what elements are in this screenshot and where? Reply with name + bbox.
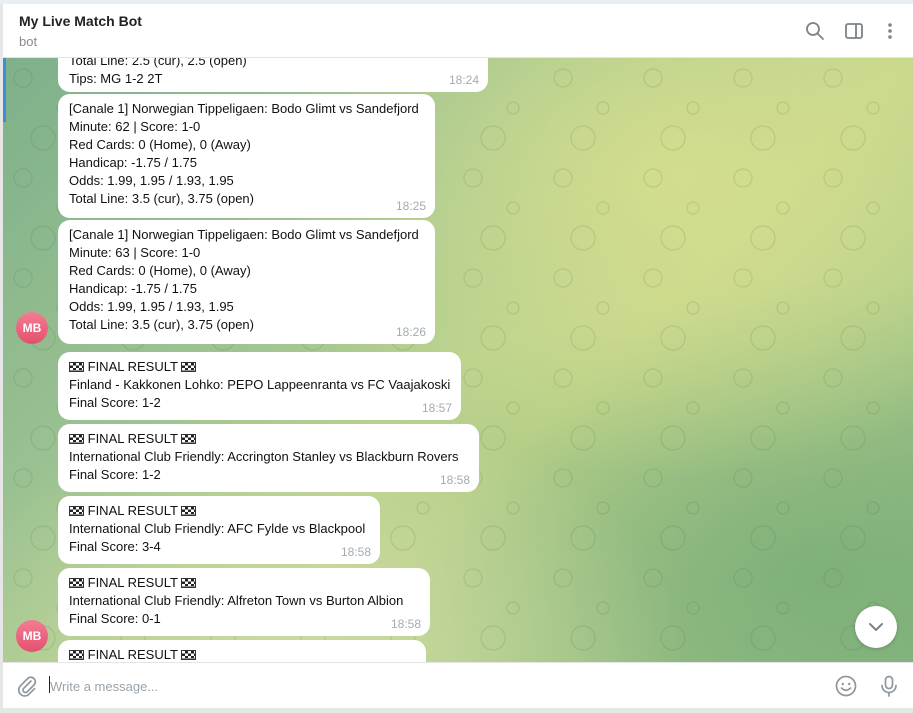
checkered-flag-icon bbox=[69, 362, 84, 372]
checkered-flag-icon bbox=[181, 362, 197, 372]
message-line: [Canale 1] Norwegian Tippeligaen: Bodo G… bbox=[69, 101, 419, 116]
message-bubble[interactable]: Total Line: 2.5 (cur), 2.5 (open) Tips: … bbox=[58, 58, 488, 92]
message-bubble[interactable]: FINAL RESULT International Club Friendly… bbox=[58, 568, 430, 636]
checkered-flag-icon bbox=[181, 578, 197, 588]
message-line: Final Score: 1-2 bbox=[69, 395, 161, 410]
message-heading: FINAL RESULT bbox=[69, 574, 419, 592]
heading-text: FINAL RESULT bbox=[87, 575, 178, 590]
message-line: International Club Friendly: Accrington … bbox=[69, 449, 459, 464]
message-time: 18:58 bbox=[439, 473, 470, 487]
heading-text: FINAL RESULT bbox=[87, 359, 178, 374]
checkered-flag-icon bbox=[181, 434, 197, 444]
message-bubble[interactable]: [Canale 1] Norwegian Tippeligaen: Bodo G… bbox=[58, 220, 435, 344]
message-time: 18:58 bbox=[390, 617, 421, 631]
message-bubble[interactable]: FINAL RESULT Finland - Kakkonen Lohko: P… bbox=[58, 352, 461, 420]
message-line: Final Score: 1-2 bbox=[69, 467, 161, 482]
chat-title[interactable]: My Live Match Bot bbox=[19, 13, 142, 29]
avatar[interactable]: MB bbox=[16, 312, 48, 344]
message-time: 18:57 bbox=[421, 401, 452, 415]
message-time: 18:58 bbox=[340, 545, 371, 559]
message-input[interactable] bbox=[50, 676, 810, 696]
chat-header: My Live Match Bot bot bbox=[3, 4, 913, 58]
message-time: 18:25 bbox=[395, 199, 426, 213]
checkered-flag-icon bbox=[69, 506, 84, 516]
message-line: Total Line: 3.5 (cur), 3.75 (open) bbox=[69, 317, 254, 332]
message-composer bbox=[3, 662, 913, 708]
message-line: Red Cards: 0 (Home), 0 (Away) bbox=[69, 137, 251, 152]
message-line: Minute: 62 | Score: 1-0 bbox=[69, 119, 201, 134]
message-line: Finland - Kakkonen Lohko: PEPO Lappeenra… bbox=[69, 377, 451, 392]
chevron-down-icon bbox=[869, 623, 883, 631]
scroll-down-button[interactable] bbox=[855, 606, 897, 648]
message-area[interactable]: Total Line: 2.5 (cur), 2.5 (open) Tips: … bbox=[3, 58, 913, 662]
message-time: 18:24 bbox=[448, 73, 479, 87]
message-line: Minute: 63 | Score: 1-0 bbox=[69, 245, 201, 260]
paperclip-icon[interactable] bbox=[15, 674, 39, 698]
heading-text: FINAL RESULT bbox=[87, 647, 178, 662]
message-line: Total Line: 2.5 (cur), 2.5 (open) bbox=[69, 58, 247, 68]
search-icon[interactable] bbox=[804, 20, 826, 42]
message-heading: FINAL RESULT bbox=[69, 358, 450, 376]
sidebar-toggle-icon[interactable] bbox=[843, 20, 865, 42]
message-bubble[interactable]: FINAL RESULT International Club Friendly… bbox=[58, 424, 479, 492]
message-heading: FINAL RESULT bbox=[69, 502, 369, 520]
message-line: Tips: MG 1-2 2T bbox=[69, 71, 163, 86]
message-line: Total Line: 3.5 (cur), 3.75 (open) bbox=[69, 191, 254, 206]
microphone-icon[interactable] bbox=[877, 674, 901, 698]
message-line: [Canale 1] Norwegian Tippeligaen: Bodo G… bbox=[69, 227, 419, 242]
unread-indicator bbox=[3, 58, 6, 122]
more-vertical-icon[interactable] bbox=[879, 20, 901, 42]
checkered-flag-icon bbox=[181, 506, 197, 516]
emoji-icon[interactable] bbox=[834, 674, 858, 698]
avatar[interactable]: MB bbox=[16, 620, 48, 652]
heading-text: FINAL RESULT bbox=[87, 503, 178, 518]
message-line: Red Cards: 0 (Home), 0 (Away) bbox=[69, 263, 251, 278]
text-cursor bbox=[49, 676, 50, 693]
checkered-flag-icon bbox=[69, 434, 84, 444]
telegram-chat-window: My Live Match Bot bot Total Line: 2.5 (c… bbox=[0, 0, 913, 713]
message-bubble[interactable]: FINAL RESULT bbox=[58, 640, 426, 662]
checkered-flag-icon bbox=[69, 650, 84, 660]
heading-text: FINAL RESULT bbox=[87, 431, 178, 446]
message-line: Handicap: -1.75 / 1.75 bbox=[69, 281, 197, 296]
message-line: Odds: 1.99, 1.95 / 1.93, 1.95 bbox=[69, 173, 234, 188]
message-heading: FINAL RESULT bbox=[69, 646, 415, 662]
bottom-border bbox=[0, 708, 913, 713]
message-line: International Club Friendly: Alfreton To… bbox=[69, 593, 404, 608]
checkered-flag-icon bbox=[69, 578, 84, 588]
message-line: Final Score: 0-1 bbox=[69, 611, 161, 626]
message-line: Handicap: -1.75 / 1.75 bbox=[69, 155, 197, 170]
message-bubble[interactable]: [Canale 1] Norwegian Tippeligaen: Bodo G… bbox=[58, 94, 435, 218]
message-time: 18:26 bbox=[395, 325, 426, 339]
checkered-flag-icon bbox=[181, 650, 197, 660]
message-line: International Club Friendly: AFC Fylde v… bbox=[69, 521, 366, 536]
chat-subtitle: bot bbox=[19, 34, 38, 49]
message-bubble[interactable]: FINAL RESULT International Club Friendly… bbox=[58, 496, 380, 564]
message-line: Odds: 1.99, 1.95 / 1.93, 1.95 bbox=[69, 299, 234, 314]
message-heading: FINAL RESULT bbox=[69, 430, 468, 448]
message-line: Final Score: 3-4 bbox=[69, 539, 161, 554]
